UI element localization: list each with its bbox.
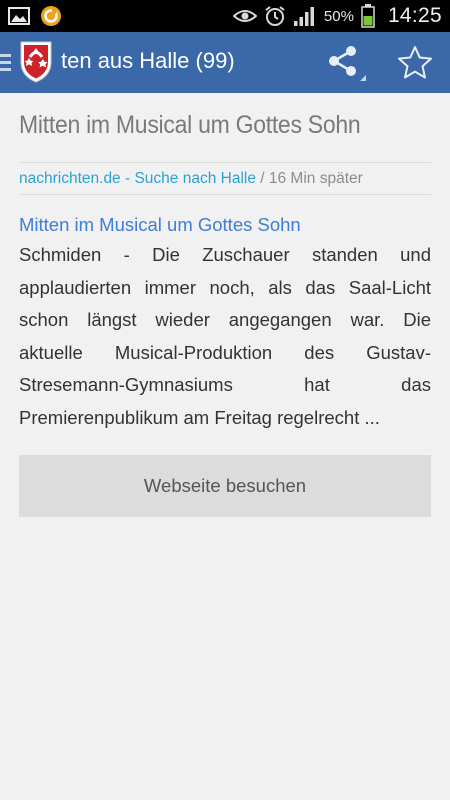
share-icon[interactable]	[326, 44, 368, 82]
battery-percent: 50%	[323, 7, 354, 25]
status-time: 14:25	[387, 4, 442, 27]
article-time: 16 Min später	[268, 170, 363, 187]
article-content: Mitten im Musical um Gottes Sohn nachric…	[19, 93, 431, 517]
article-body: Schmiden - Die Zuschauer standen und app…	[19, 244, 431, 428]
app-title: ten aus Halle (99)	[61, 48, 235, 73]
article-heading: Mitten im Musical um Gottes Sohn	[19, 111, 361, 139]
action-bar: ten aus Halle (99)	[0, 32, 450, 93]
article-title-link[interactable]: Mitten im Musical um Gottes Sohn	[19, 211, 431, 239]
article-source-link[interactable]: nachrichten.de - Suche nach Halle	[19, 170, 256, 187]
status-bar: 50% 14:25	[0, 0, 450, 32]
divider	[19, 194, 431, 195]
article-meta: nachrichten.de - Suche nach Halle / 16 M…	[19, 163, 431, 194]
halle-coat-of-arms-logo[interactable]	[19, 40, 53, 84]
visit-website-button[interactable]: Webseite besuchen	[19, 455, 431, 517]
eye-icon	[232, 10, 257, 22]
signal-icon	[293, 7, 314, 26]
gallery-icon	[8, 7, 30, 25]
star-icon[interactable]	[396, 44, 434, 82]
alarm-icon	[265, 6, 285, 26]
meta-separator: /	[255, 170, 269, 187]
drawer-indicator-icon[interactable]	[0, 54, 12, 72]
battery-icon	[361, 4, 375, 28]
app-notification-icon	[41, 6, 61, 26]
